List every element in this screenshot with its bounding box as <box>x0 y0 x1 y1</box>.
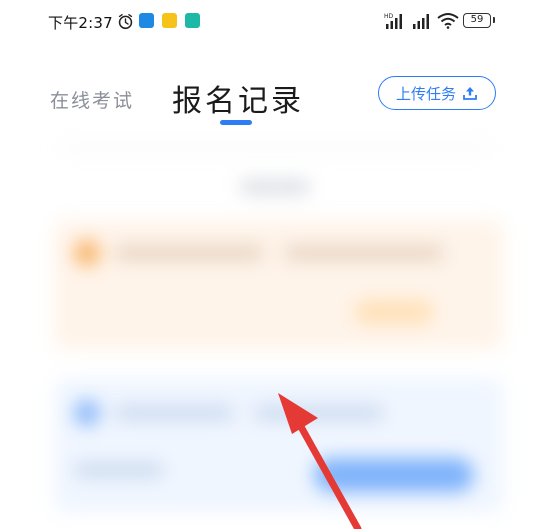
status-bar: 下午2:37 HD 59 <box>0 0 537 44</box>
card-action-button[interactable] <box>314 458 474 492</box>
upload-task-button[interactable]: 上传任务 <box>378 76 496 110</box>
record-card[interactable] <box>54 378 504 513</box>
status-icon <box>74 240 100 266</box>
upload-task-label: 上传任务 <box>395 84 456 103</box>
divider <box>60 146 490 149</box>
tab-online-exam[interactable]: 在线考试 <box>50 86 134 113</box>
card-meta <box>74 463 164 477</box>
status-icon <box>74 400 100 426</box>
card-subtitle <box>254 406 384 420</box>
app-notification-icon <box>185 13 200 28</box>
app-notification-icon <box>139 13 154 28</box>
card-title <box>114 406 234 420</box>
record-list <box>0 140 537 529</box>
card-subtitle <box>284 246 444 260</box>
active-tab-indicator <box>220 120 252 125</box>
date-header <box>240 180 310 194</box>
signal-hd-label: HD <box>384 13 394 20</box>
tab-registration-records[interactable]: 报名记录 <box>172 76 304 120</box>
wifi-icon <box>437 13 459 29</box>
app-notification-icon <box>162 13 177 28</box>
battery-indicator: 59 <box>463 13 491 28</box>
battery-tip <box>493 17 495 23</box>
record-card[interactable] <box>54 220 504 350</box>
card-title <box>114 246 264 260</box>
cellular-signal-icon: HD <box>384 13 402 29</box>
status-time: 下午2:37 <box>48 14 113 32</box>
card-action-button[interactable] <box>354 300 434 324</box>
alarm-icon <box>118 14 133 30</box>
cellular-signal-icon <box>413 14 429 29</box>
upload-icon <box>463 87 477 100</box>
